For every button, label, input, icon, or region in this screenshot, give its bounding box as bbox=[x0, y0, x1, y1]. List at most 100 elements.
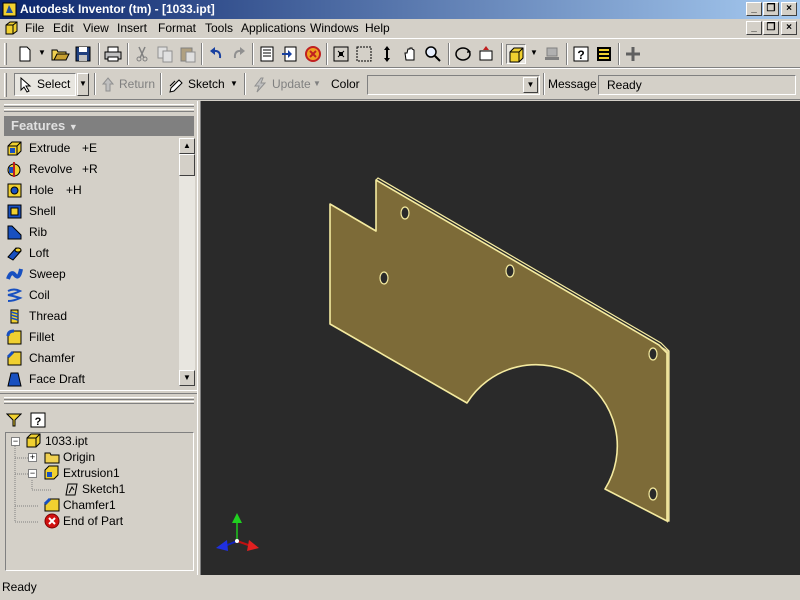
feature-coil[interactable]: Coil bbox=[6, 285, 178, 305]
toolbar-separator bbox=[160, 73, 162, 95]
expand-toggle[interactable]: + bbox=[28, 453, 37, 462]
color-combobox[interactable]: ▼ bbox=[367, 75, 540, 95]
feature-label: Thread bbox=[29, 309, 68, 323]
color-dropdown-arrow[interactable]: ▼ bbox=[523, 77, 538, 93]
design-assistant-icon bbox=[305, 46, 321, 62]
hole-feature[interactable] bbox=[648, 487, 658, 501]
undo-button[interactable] bbox=[206, 44, 226, 64]
document-icon[interactable] bbox=[3, 20, 19, 36]
features-panel: Features ▼ Extrude +E Revolve +R Hole +H… bbox=[0, 102, 198, 388]
menu-tools[interactable]: Tools bbox=[205, 21, 233, 35]
open-button[interactable] bbox=[50, 44, 70, 64]
sheet-metal-part[interactable] bbox=[329, 179, 668, 522]
shell-icon bbox=[7, 204, 22, 219]
end-of-part-icon bbox=[44, 513, 60, 529]
doc-minimize-button[interactable]: _ bbox=[746, 21, 762, 35]
feature-revolve[interactable]: Revolve +R bbox=[6, 159, 178, 179]
open-folder-icon bbox=[51, 49, 70, 61]
select-dropdown[interactable]: ▼ bbox=[77, 73, 89, 96]
paste-button[interactable] bbox=[178, 44, 198, 64]
add-button[interactable] bbox=[623, 44, 643, 64]
scroll-up-button[interactable]: ▲ bbox=[179, 138, 195, 154]
help-button[interactable]: ? bbox=[571, 44, 591, 64]
panel-grip[interactable] bbox=[4, 397, 194, 400]
zoom-window-button[interactable] bbox=[354, 44, 374, 64]
feature-shell[interactable]: Shell bbox=[6, 201, 178, 221]
features-scrollbar[interactable]: ▲ ▼ bbox=[179, 138, 195, 386]
zoom-all-button[interactable] bbox=[331, 44, 351, 64]
zoom-icon bbox=[384, 46, 390, 62]
panel-splitter[interactable] bbox=[0, 390, 198, 394]
shaded-display-button[interactable] bbox=[506, 44, 526, 64]
collapse-toggle[interactable]: − bbox=[11, 437, 20, 446]
svg-text:?: ? bbox=[35, 416, 42, 428]
new-button[interactable] bbox=[15, 44, 35, 64]
feature-shortcut: +E bbox=[82, 141, 98, 155]
menu-windows[interactable]: Windows bbox=[310, 21, 359, 35]
hole-feature[interactable] bbox=[505, 264, 515, 278]
panel-grip[interactable] bbox=[4, 401, 194, 404]
visual-syllabus-button[interactable] bbox=[594, 44, 614, 64]
menu-format[interactable]: Format bbox=[158, 21, 196, 35]
hole-feature[interactable] bbox=[400, 206, 410, 220]
rotate-button[interactable] bbox=[453, 44, 473, 64]
select-button[interactable]: Select bbox=[14, 73, 76, 96]
update-doc-button[interactable] bbox=[280, 44, 300, 64]
features-panel-header[interactable]: Features ▼ bbox=[4, 116, 194, 136]
menu-help[interactable]: Help bbox=[365, 21, 390, 35]
graphics-viewport[interactable] bbox=[201, 101, 800, 575]
zoom-selected-button[interactable] bbox=[423, 44, 443, 64]
menu-insert[interactable]: Insert bbox=[117, 21, 147, 35]
restore-button[interactable]: ❐ bbox=[763, 2, 779, 16]
toolbar-grip[interactable] bbox=[4, 73, 7, 97]
menu-edit[interactable]: Edit bbox=[53, 21, 74, 35]
menu-applications[interactable]: Applications bbox=[241, 21, 306, 35]
cut-button[interactable] bbox=[132, 44, 152, 64]
collapse-toggle[interactable]: − bbox=[28, 469, 37, 478]
scroll-thumb[interactable] bbox=[179, 154, 195, 176]
feature-fillet[interactable]: Fillet bbox=[6, 327, 178, 347]
doc-restore-button[interactable]: ❐ bbox=[763, 21, 779, 35]
help-icon[interactable]: ? bbox=[30, 412, 46, 428]
display-mode-dropdown[interactable]: ▼ bbox=[528, 43, 540, 65]
magnifier-icon bbox=[425, 46, 441, 62]
doc-close-button[interactable]: × bbox=[781, 21, 797, 35]
feature-extrude[interactable]: Extrude +E bbox=[6, 138, 178, 158]
close-button[interactable]: × bbox=[781, 2, 797, 16]
update-dropdown[interactable]: ▼ bbox=[311, 74, 323, 96]
hole-feature[interactable] bbox=[648, 347, 658, 361]
scroll-down-button[interactable]: ▼ bbox=[179, 370, 195, 386]
menu-view[interactable]: View bbox=[83, 21, 109, 35]
copy-button[interactable] bbox=[155, 44, 175, 64]
paste-icon bbox=[180, 47, 196, 63]
feature-hole[interactable]: Hole +H bbox=[6, 180, 178, 200]
new-dropdown[interactable]: ▼ bbox=[36, 43, 48, 65]
feature-label: Fillet bbox=[29, 330, 55, 344]
hole-feature[interactable] bbox=[379, 271, 389, 285]
toolbar-grip[interactable] bbox=[4, 43, 7, 65]
minimize-button[interactable]: _ bbox=[746, 2, 762, 16]
redo-button[interactable] bbox=[229, 44, 249, 64]
design-assistant-button[interactable] bbox=[303, 44, 323, 64]
pan-button[interactable] bbox=[400, 44, 420, 64]
look-at-button[interactable] bbox=[476, 44, 496, 64]
feature-face-draft[interactable]: Face Draft bbox=[6, 369, 178, 389]
zoom-button[interactable] bbox=[377, 44, 397, 64]
parameters-icon bbox=[260, 46, 274, 62]
feature-loft[interactable]: Loft bbox=[6, 243, 178, 263]
feature-chamfer[interactable]: Chamfer bbox=[6, 348, 178, 368]
sketch-dropdown[interactable]: ▼ bbox=[228, 74, 240, 96]
feature-sweep[interactable]: Sweep bbox=[6, 264, 178, 284]
feature-rib[interactable]: Rib bbox=[6, 222, 178, 242]
save-button[interactable] bbox=[73, 44, 93, 64]
print-button[interactable] bbox=[103, 44, 123, 64]
parameters-button[interactable] bbox=[257, 44, 277, 64]
inventor-app-icon[interactable] bbox=[2, 2, 17, 17]
shadow-button[interactable] bbox=[542, 44, 562, 64]
filter-icon[interactable] bbox=[6, 412, 22, 428]
panel-grip[interactable] bbox=[4, 104, 194, 107]
node-label: Extrusion1 bbox=[63, 466, 120, 480]
menu-file[interactable]: File bbox=[25, 21, 44, 35]
feature-thread[interactable]: Thread bbox=[6, 306, 178, 326]
panel-grip[interactable] bbox=[4, 109, 194, 112]
